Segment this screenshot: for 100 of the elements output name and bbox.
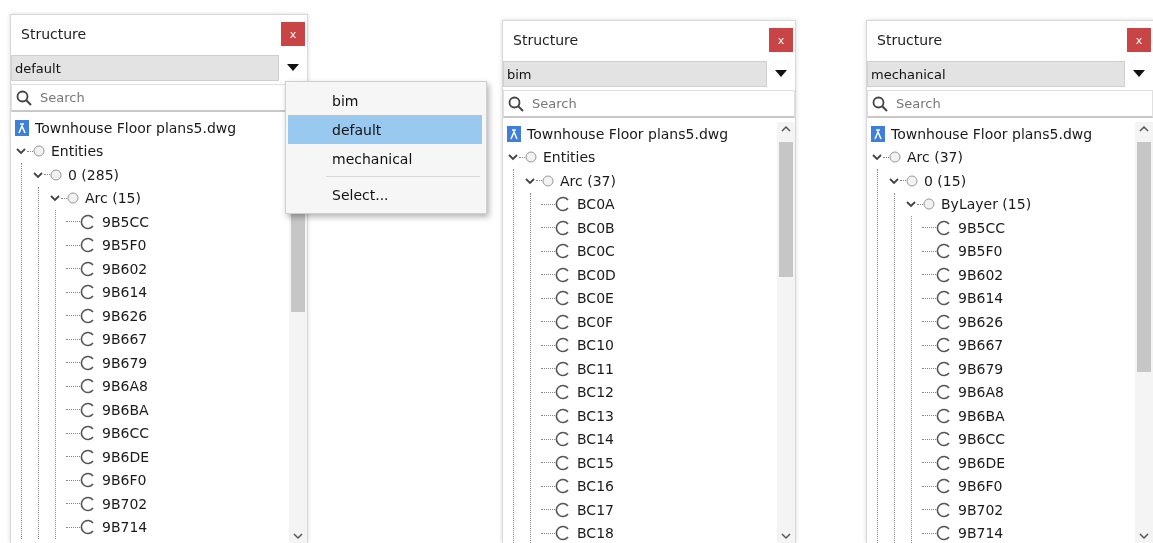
arc-icon <box>80 237 96 254</box>
arc-icon <box>936 384 952 401</box>
dropdown-field[interactable]: default <box>11 55 279 81</box>
tree-item[interactable]: 9B626 <box>958 313 1004 330</box>
tree-item[interactable]: BC0B <box>577 219 615 236</box>
tree-item[interactable]: BC0D <box>577 266 616 283</box>
arc-icon <box>555 501 571 518</box>
tree-item[interactable]: 9B614 <box>102 284 148 301</box>
tree-item[interactable]: 9B626 <box>102 307 148 324</box>
close-button[interactable]: x <box>281 22 305 46</box>
tree-item[interactable]: 9B614 <box>958 290 1004 307</box>
tree-item[interactable]: 9B714 <box>958 525 1004 542</box>
tree-item[interactable]: 9B6A8 <box>958 384 1004 401</box>
search-icon <box>508 95 524 112</box>
search-field[interactable]: Search <box>503 90 795 118</box>
tree-item[interactable]: BC0E <box>577 290 614 307</box>
tree-item[interactable]: Entities <box>543 149 596 166</box>
dropdown-field[interactable]: bim <box>503 61 767 87</box>
tree-item[interactable]: ByLayer (15) <box>941 196 1032 213</box>
tree-item[interactable]: BC0A <box>577 196 615 213</box>
arc-icon <box>80 472 96 489</box>
tree-item[interactable]: BC16 <box>577 478 614 495</box>
circle-icon <box>542 174 554 187</box>
tree-item[interactable]: BC15 <box>577 454 614 471</box>
tree-item[interactable]: BC18 <box>577 525 614 542</box>
tree-item[interactable]: BC12 <box>577 384 614 401</box>
panel-title: Structure <box>21 26 87 42</box>
menu-item[interactable]: default <box>288 115 482 144</box>
tree-item[interactable]: 9B702 <box>958 501 1004 518</box>
scrollbar-thumb[interactable] <box>291 212 305 312</box>
tree-item[interactable]: 9B6CC <box>102 425 149 442</box>
tree-item[interactable]: 9B667 <box>958 337 1004 354</box>
tree-item[interactable]: 9B6BA <box>102 401 149 418</box>
tree-item[interactable]: 9B602 <box>102 260 148 277</box>
tree-item[interactable]: 9B667 <box>102 331 148 348</box>
menu-item[interactable]: Select... <box>288 180 482 209</box>
search-input[interactable]: Search <box>894 95 1152 112</box>
tree-item[interactable]: 0 (285) <box>68 166 119 183</box>
tree-item[interactable]: 0 (15) <box>924 172 967 189</box>
tree-item[interactable]: 9B6F0 <box>102 472 147 489</box>
tree-item[interactable]: 9B5F0 <box>102 237 147 254</box>
tree-item[interactable]: Arc (37) <box>560 172 616 189</box>
circle-icon <box>67 192 79 205</box>
circle-icon <box>889 151 901 164</box>
tree-item[interactable]: BC11 <box>577 360 614 377</box>
tree-item[interactable]: 9B5CC <box>958 219 1005 236</box>
scrollbar-thumb[interactable] <box>779 142 793 277</box>
arc-icon <box>555 407 571 424</box>
arc-icon <box>80 448 96 465</box>
caret-icon <box>287 64 299 72</box>
arc-icon <box>555 243 571 260</box>
arc-icon <box>80 213 96 230</box>
circle-icon <box>525 151 537 164</box>
tree-item[interactable]: 9B5F0 <box>958 243 1003 260</box>
tree-item[interactable]: 9B679 <box>958 360 1004 377</box>
tree-item[interactable]: Townhouse Floor plans5.dwg <box>527 125 729 142</box>
tree-item[interactable]: 9B6CC <box>958 431 1005 448</box>
tree-item[interactable]: 9B5CC <box>102 213 149 230</box>
search-icon <box>16 89 32 106</box>
search-input[interactable]: Search <box>530 95 794 112</box>
close-button[interactable]: x <box>1127 28 1151 52</box>
arc-icon <box>80 354 96 371</box>
arc-icon <box>936 266 952 283</box>
tree-item[interactable]: BC10 <box>577 337 614 354</box>
tree-item[interactable]: Townhouse Floor plans5.dwg <box>891 125 1093 142</box>
circle-icon <box>33 145 45 158</box>
tree-item[interactable]: 9B679 <box>102 354 148 371</box>
tree-item[interactable]: BC0F <box>577 313 614 330</box>
menu-item[interactable]: mechanical <box>288 144 482 173</box>
scrollbar-thumb[interactable] <box>1137 142 1151 372</box>
arc-icon <box>80 307 96 324</box>
dropdown-field[interactable]: mechanical <box>867 61 1125 87</box>
tree-item[interactable]: BC14 <box>577 431 614 448</box>
tree-item[interactable]: BC0C <box>577 243 615 260</box>
tree-item[interactable]: 9B6DE <box>102 448 150 465</box>
file-icon <box>15 119 29 136</box>
search-field[interactable]: Search <box>867 90 1153 118</box>
tree-item[interactable]: Townhouse Floor plans5.dwg <box>35 119 237 136</box>
tree-item[interactable]: BC17 <box>577 501 614 518</box>
close-button[interactable]: x <box>769 28 793 52</box>
tree-item[interactable]: Arc (15) <box>85 190 141 207</box>
arc-icon <box>936 243 952 260</box>
tree-item[interactable]: 9B714 <box>102 519 148 536</box>
tree-item[interactable]: 9B6F0 <box>958 478 1003 495</box>
arc-icon <box>555 219 571 236</box>
file-icon <box>871 125 885 142</box>
circle-icon <box>906 174 918 187</box>
tree-item[interactable]: BC13 <box>577 407 614 424</box>
scrollbar[interactable] <box>777 122 795 543</box>
tree-item[interactable]: 9B6A8 <box>102 378 148 395</box>
arc-icon <box>555 313 571 330</box>
tree-item[interactable]: 9B702 <box>102 495 148 512</box>
arc-icon <box>80 495 96 512</box>
tree-item[interactable]: 9B6DE <box>958 454 1006 471</box>
scrollbar[interactable] <box>1135 122 1153 543</box>
tree-item[interactable]: 9B602 <box>958 266 1004 283</box>
tree-item[interactable]: 9B6BA <box>958 407 1005 424</box>
tree-item[interactable]: Arc (37) <box>907 149 963 166</box>
arc-icon <box>80 284 96 301</box>
tree-item[interactable]: Entities <box>51 143 104 160</box>
